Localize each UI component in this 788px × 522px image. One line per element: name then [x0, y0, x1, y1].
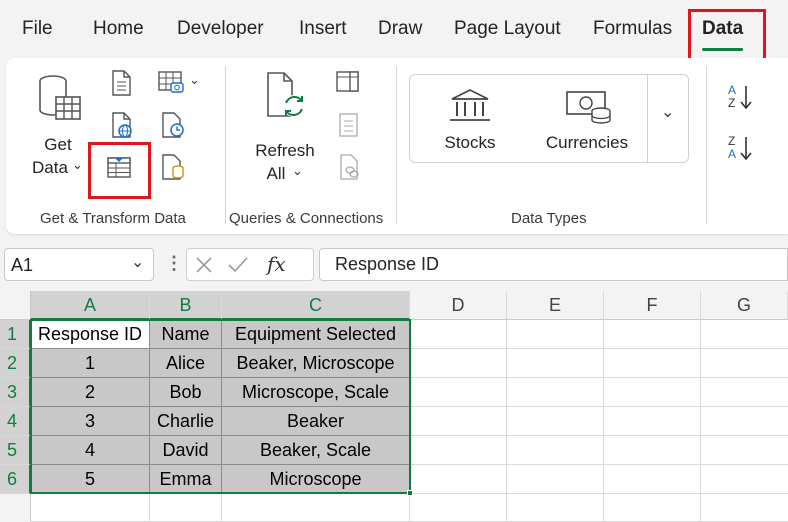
fill-handle[interactable]	[407, 490, 413, 496]
refresh-all-label-1[interactable]: Refresh	[250, 139, 320, 162]
edit-links-icon	[340, 154, 359, 180]
tab-formulas[interactable]: Formulas	[593, 18, 672, 40]
formula-value: Response ID	[335, 254, 440, 274]
column-header-d[interactable]: D	[410, 291, 507, 320]
name-box[interactable]: A1 ⌄	[4, 248, 154, 281]
from-table-range-highlight	[88, 142, 151, 199]
formula-buttons: fx	[186, 248, 314, 281]
empty-grid-lines	[31, 320, 788, 522]
column-header-a[interactable]: A	[31, 291, 150, 320]
tab-draw[interactable]: Draw	[378, 18, 422, 40]
properties-icon	[339, 113, 358, 137]
svg-text:A: A	[728, 147, 736, 161]
select-all-corner[interactable]	[0, 291, 31, 320]
divider	[706, 66, 707, 224]
tab-developer[interactable]: Developer	[177, 18, 264, 40]
recent-sources-icon[interactable]	[160, 112, 186, 138]
column-header-c[interactable]: C	[222, 291, 410, 320]
column-header-f[interactable]: F	[604, 291, 701, 320]
from-picture-chevron-icon[interactable]: ⌄	[189, 72, 200, 88]
get-data-chevron-icon[interactable]: ⌄	[72, 157, 83, 173]
refresh-all-label-2[interactable]: All	[258, 162, 294, 185]
sort-z-to-a-icon[interactable]: Z A	[725, 133, 755, 163]
stocks-icon[interactable]	[448, 88, 492, 124]
group-label-data-types: Data Types	[511, 210, 587, 227]
svg-text:Z: Z	[728, 96, 735, 110]
get-data-icon[interactable]	[36, 72, 84, 124]
tab-page-layout[interactable]: Page Layout	[454, 18, 561, 40]
get-data-label-1[interactable]: Get	[38, 133, 78, 156]
refresh-all-icon[interactable]	[264, 72, 310, 122]
column-header-e[interactable]: E	[507, 291, 604, 320]
group-label-queries: Queries & Connections	[229, 210, 384, 227]
svg-text:Z: Z	[728, 134, 735, 148]
svg-text:A: A	[728, 83, 736, 97]
group-label-get-transform: Get & Transform Data	[40, 210, 186, 227]
currencies-icon[interactable]	[565, 88, 613, 126]
tab-insert[interactable]: Insert	[299, 18, 347, 40]
enter-check-icon[interactable]	[227, 256, 249, 274]
sort-a-to-z-icon[interactable]: A Z	[725, 82, 755, 112]
stocks-label[interactable]: Stocks	[432, 131, 508, 154]
currencies-label[interactable]: Currencies	[540, 131, 634, 154]
queries-connections-icon[interactable]	[336, 70, 360, 94]
data-types-more-button[interactable]: ⌄	[647, 74, 689, 163]
refresh-all-chevron-icon[interactable]: ⌄	[292, 163, 303, 179]
name-box-chevron-icon[interactable]: ⌄	[131, 252, 144, 272]
existing-connections-icon[interactable]	[160, 154, 186, 180]
column-header-b[interactable]: B	[150, 291, 222, 320]
tab-file[interactable]: File	[22, 18, 53, 40]
name-box-value: A1	[11, 255, 34, 275]
more-options-icon[interactable]: ⋮	[165, 253, 183, 274]
chevron-down-icon: ⌄	[661, 104, 675, 121]
from-picture-icon[interactable]	[158, 70, 186, 96]
formula-input[interactable]: Response ID	[319, 248, 788, 281]
insert-function-icon[interactable]: fx	[267, 252, 286, 276]
divider	[225, 66, 226, 224]
cancel-icon[interactable]	[195, 256, 213, 274]
from-web-icon[interactable]	[110, 112, 134, 138]
from-text-csv-icon[interactable]	[110, 70, 132, 96]
column-header-g[interactable]: G	[701, 291, 788, 320]
tab-home[interactable]: Home	[93, 18, 144, 40]
divider	[396, 66, 397, 224]
get-data-label-2[interactable]: Data	[30, 156, 70, 179]
